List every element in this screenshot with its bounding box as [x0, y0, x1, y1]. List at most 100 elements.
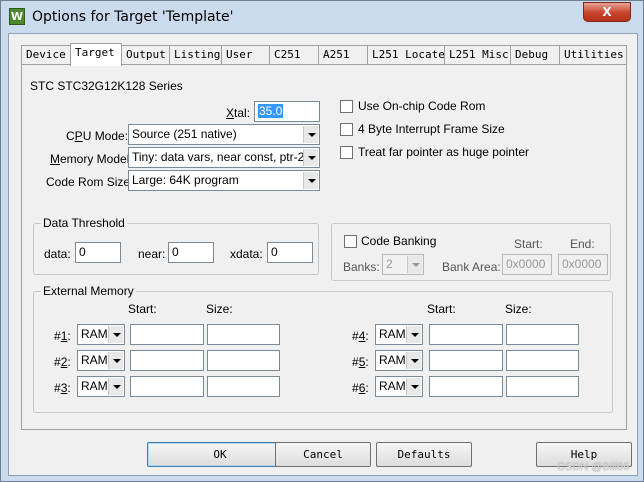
ext-mem-row-2-label: #2: — [54, 355, 71, 369]
chevron-down-icon[interactable] — [108, 352, 123, 369]
ext-mem-row-4-start-input[interactable] — [429, 324, 503, 345]
close-button[interactable]: X — [583, 2, 631, 22]
ext-mem-row-3-type: RAM — [81, 379, 108, 393]
ext-mem-row-1-start-input[interactable] — [130, 324, 204, 345]
far-pointer-huge-label[interactable]: Treat far pointer as huge pointer — [358, 145, 529, 159]
ext-mem-row-1-label: #1: — [54, 329, 71, 343]
near-threshold-input[interactable]: 0 — [168, 242, 214, 263]
ext-mem-row-6-start-input[interactable] — [429, 376, 503, 397]
xtal-value: 35.0 — [258, 104, 284, 118]
use-onchip-code-rom-label[interactable]: Use On-chip Code Rom — [358, 99, 485, 113]
ext-mem-row-1-type-select[interactable]: RAM — [77, 324, 125, 345]
chevron-down-icon[interactable] — [406, 352, 421, 369]
ext-mem-row-6-type: RAM — [379, 379, 406, 393]
tab-c251[interactable]: C251 — [269, 45, 319, 64]
ext-mem-row-3-size-input[interactable] — [207, 376, 280, 397]
window-title: Options for Target 'Template' — [32, 9, 234, 25]
xdata-label: xdata: — [230, 247, 263, 261]
ext-mem-size-header-left: Size: — [206, 302, 233, 316]
cpu-mode-select[interactable]: Source (251 native) — [128, 124, 320, 145]
data-threshold-input[interactable]: 0 — [75, 242, 121, 263]
interrupt-frame-size-label[interactable]: 4 Byte Interrupt Frame Size — [358, 122, 505, 136]
code-banking-checkbox[interactable] — [344, 235, 357, 248]
external-memory-title: External Memory — [41, 284, 136, 298]
ext-mem-row-5-type-select[interactable]: RAM — [375, 350, 423, 371]
chevron-down-icon[interactable] — [303, 126, 318, 143]
cpu-mode-value: Source (251 native) — [132, 127, 237, 141]
tab-debug[interactable]: Debug — [510, 45, 560, 64]
ext-mem-row-5-label: #5: — [352, 355, 369, 369]
tab-l251-misc[interactable]: L251 Misc — [444, 45, 511, 64]
ext-mem-row-3-label: #3: — [54, 381, 71, 395]
ext-mem-row-6-label: #6: — [352, 381, 369, 395]
ext-mem-row-3-type-select[interactable]: RAM — [77, 376, 125, 397]
tab-target[interactable]: Target — [70, 43, 122, 66]
xtal-label: Xtal: — [226, 106, 250, 120]
chevron-down-icon[interactable] — [108, 326, 123, 343]
code-rom-size-value: Large: 64K program — [132, 173, 239, 187]
bank-area-label: Bank Area: — [442, 260, 501, 274]
ext-mem-row-6-type-select[interactable]: RAM — [375, 376, 423, 397]
cancel-button[interactable]: Cancel — [275, 442, 371, 467]
ext-mem-row-4-size-input[interactable] — [506, 324, 579, 345]
device-series-label: STC STC32G12K128 Series — [30, 79, 183, 93]
cpu-mode-label: CPU Mode: — [66, 129, 128, 143]
interrupt-frame-size-checkbox[interactable] — [340, 123, 353, 136]
ok-button[interactable]: OK — [147, 442, 293, 467]
code-banking-label[interactable]: Code Banking — [361, 234, 436, 248]
tab-user[interactable]: User — [221, 45, 270, 64]
ext-mem-row-3-start-input[interactable] — [130, 376, 204, 397]
title-bar[interactable]: W Options for Target 'Template' X — [1, 1, 643, 33]
bank-end-label: End: — [570, 237, 595, 251]
ext-mem-row-2-size-input[interactable] — [207, 350, 280, 371]
xtal-label-mnemonic: X — [226, 106, 235, 120]
memory-model-value: Tiny: data vars, near const, ptr-2 — [132, 150, 305, 164]
xdata-threshold-input[interactable]: 0 — [267, 242, 313, 263]
chevron-down-icon[interactable] — [407, 256, 422, 273]
code-rom-size-select[interactable]: Large: 64K program — [128, 170, 320, 191]
chevron-down-icon[interactable] — [406, 326, 421, 343]
chevron-down-icon[interactable] — [303, 172, 318, 189]
defaults-button[interactable]: Defaults — [376, 442, 472, 467]
memory-model-label: Memory Model: — [50, 152, 133, 166]
bank-area-start-input[interactable]: 0x0000 — [502, 254, 552, 275]
ext-mem-row-4-type: RAM — [379, 327, 406, 341]
chevron-down-icon[interactable] — [406, 378, 421, 395]
tab-l251-locate[interactable]: L251 Locate — [367, 45, 445, 64]
memory-model-select[interactable]: Tiny: data vars, near const, ptr-2 — [128, 147, 320, 168]
ext-mem-row-4-label: #4: — [352, 329, 369, 343]
ext-mem-row-5-size-input[interactable] — [506, 350, 579, 371]
banks-value: 2 — [386, 257, 393, 271]
ext-mem-row-1-type: RAM — [81, 327, 108, 341]
ext-mem-row-5-start-input[interactable] — [429, 350, 503, 371]
banks-select[interactable]: 2 — [382, 254, 424, 275]
cpu-mode-label-a: C — [66, 129, 75, 143]
ext-mem-row-2-start-input[interactable] — [130, 350, 204, 371]
tab-utilities[interactable]: Utilities — [559, 45, 627, 64]
bank-area-end-input[interactable]: 0x0000 — [558, 254, 608, 275]
cpu-mode-label-b: U Mode: — [82, 129, 129, 143]
ext-mem-row-2-type-select[interactable]: RAM — [77, 350, 125, 371]
use-onchip-code-rom-checkbox[interactable] — [340, 100, 353, 113]
data-label: data: — [44, 247, 71, 261]
ext-mem-row-6-size-input[interactable] — [506, 376, 579, 397]
tab-output[interactable]: Output — [121, 45, 170, 64]
tab-device[interactable]: Device — [21, 45, 71, 64]
tab-a251[interactable]: A251 — [318, 45, 368, 64]
code-banking-group: Code Banking Start: End: Banks: 2 Bank A… — [331, 223, 611, 281]
ext-mem-row-5-type: RAM — [379, 353, 406, 367]
ext-mem-start-header-right: Start: — [427, 302, 456, 316]
ext-mem-row-1-size-input[interactable] — [207, 324, 280, 345]
tab-listing[interactable]: Listing — [169, 45, 222, 64]
tab-strip: Device Target Output Listing User C251 A… — [21, 43, 627, 66]
options-dialog: W Options for Target 'Template' X Device… — [0, 0, 644, 482]
xtal-input[interactable]: 35.0 — [254, 101, 320, 122]
chevron-down-icon[interactable] — [108, 378, 123, 395]
dialog-client-area: Device Target Output Listing User C251 A… — [8, 33, 638, 476]
ext-mem-row-4-type-select[interactable]: RAM — [375, 324, 423, 345]
ext-mem-start-header-left: Start: — [128, 302, 157, 316]
chevron-down-icon[interactable] — [303, 149, 318, 166]
ext-mem-size-header-right: Size: — [505, 302, 532, 316]
cpu-mode-label-mnemonic: P — [74, 129, 83, 143]
far-pointer-huge-checkbox[interactable] — [340, 146, 353, 159]
